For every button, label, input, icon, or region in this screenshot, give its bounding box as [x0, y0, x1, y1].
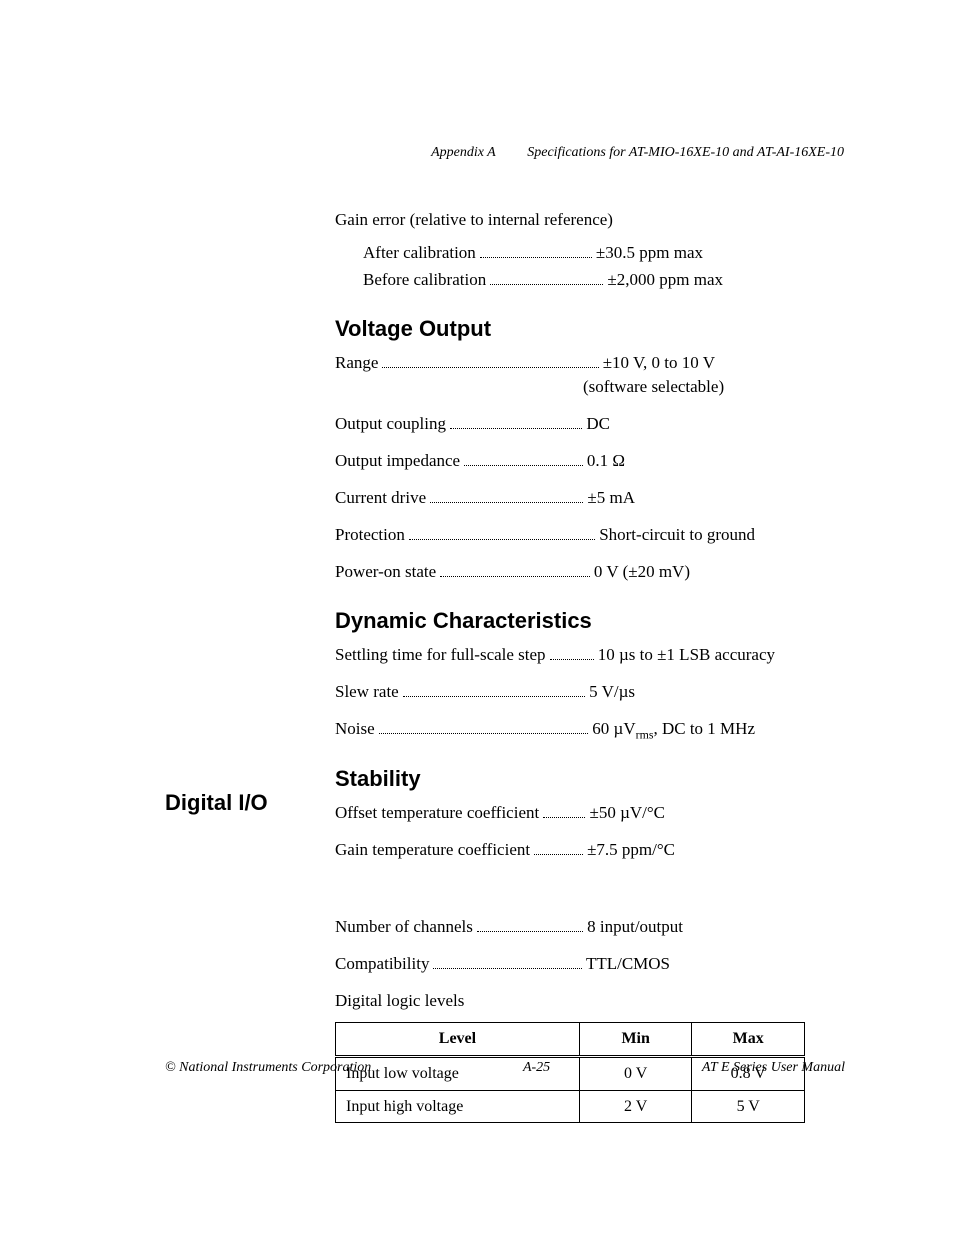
heading-stability: Stability — [335, 764, 805, 794]
leader-dots — [382, 355, 598, 368]
page-header: Appendix A Specifications for AT-MIO-16X… — [431, 145, 844, 161]
spec-label: Protection — [335, 524, 405, 547]
page-body: Gain error (relative to internal referen… — [335, 195, 805, 1123]
spec-row: Current drive ±5 mA — [335, 487, 635, 510]
table-row: Input high voltage 2 V 5 V — [336, 1090, 805, 1123]
spec-row: Output coupling DC — [335, 413, 610, 436]
spec-value: 10 µs to ±1 LSB accuracy — [598, 644, 775, 667]
heading-voltage-output: Voltage Output — [335, 314, 805, 344]
spec-value: ±50 µV/°C — [589, 802, 665, 825]
spec-row: After calibration ±30.5 ppm max — [335, 242, 703, 265]
spec-label: Offset temperature coefficient — [335, 802, 539, 825]
spec-label: Before calibration — [363, 269, 486, 292]
leader-dots — [450, 416, 582, 429]
spec-row: Noise 60 µVrms, DC to 1 MHz — [335, 718, 755, 742]
cell-min: 2 V — [579, 1090, 692, 1123]
leader-dots — [534, 842, 583, 855]
spec-row: Protection Short-circuit to ground — [335, 524, 755, 547]
spec-value: TTL/CMOS — [586, 953, 670, 976]
spec-label: Compatibility — [335, 953, 429, 976]
footer-right: AT E Series User Manual — [702, 1060, 845, 1076]
page-footer: © National Instruments Corporation A-25 … — [165, 1060, 845, 1076]
spec-note: (software selectable) — [335, 376, 805, 399]
spec-label: Output coupling — [335, 413, 446, 436]
leader-dots — [379, 721, 589, 734]
table-header-row: Level Min Max — [336, 1023, 805, 1057]
spec-value: 0 V (±20 mV) — [594, 561, 690, 584]
spec-row: Output impedance 0.1 Ω — [335, 450, 625, 473]
spec-value: DC — [586, 413, 610, 436]
logic-levels-intro: Digital logic levels — [335, 990, 805, 1013]
spec-row: Slew rate 5 V/µs — [335, 681, 635, 704]
col-max: Max — [692, 1023, 805, 1057]
spec-value: ±10 V, 0 to 10 V — [603, 352, 715, 375]
leader-dots — [403, 684, 585, 697]
spec-label: Number of channels — [335, 916, 473, 939]
leader-dots — [490, 272, 603, 285]
leader-dots — [480, 245, 592, 258]
spec-label: Range — [335, 352, 378, 375]
spec-row: Range ±10 V, 0 to 10 V — [335, 352, 715, 375]
spec-value: 60 µVrms, DC to 1 MHz — [592, 718, 755, 742]
spec-row: Before calibration ±2,000 ppm max — [335, 269, 723, 292]
header-title: Specifications for AT-MIO-16XE-10 and AT… — [527, 145, 844, 160]
spec-row: Number of channels 8 input/output — [335, 916, 683, 939]
leader-dots — [409, 527, 595, 540]
spec-row: Settling time for full-scale step 10 µs … — [335, 644, 775, 667]
spec-label: Gain temperature coefficient — [335, 839, 530, 862]
leader-dots — [440, 564, 590, 577]
leader-dots — [550, 647, 594, 660]
spec-value: ±2,000 ppm max — [607, 269, 723, 292]
col-min: Min — [579, 1023, 692, 1057]
leader-dots — [430, 490, 583, 503]
leader-dots — [433, 956, 581, 969]
spec-label: Slew rate — [335, 681, 399, 704]
spec-value: ±5 mA — [587, 487, 635, 510]
footer-center: A-25 — [523, 1060, 550, 1076]
spec-label: Output impedance — [335, 450, 460, 473]
cell-max: 5 V — [692, 1090, 805, 1123]
cell-level: Input high voltage — [336, 1090, 580, 1123]
leader-dots — [464, 453, 583, 466]
spec-label: After calibration — [363, 242, 476, 265]
heading-digital-io: Digital I/O — [165, 790, 268, 816]
spec-value: 5 V/µs — [589, 681, 635, 704]
spec-label: Noise — [335, 718, 375, 741]
spec-label: Settling time for full-scale step — [335, 644, 546, 667]
col-level: Level — [336, 1023, 580, 1057]
header-appendix: Appendix A — [431, 145, 496, 160]
spec-value: 8 input/output — [587, 916, 683, 939]
spec-row: Compatibility TTL/CMOS — [335, 953, 670, 976]
spec-row: Power-on state 0 V (±20 mV) — [335, 561, 690, 584]
spec-value: ±7.5 ppm/°C — [587, 839, 675, 862]
footer-left: © National Instruments Corporation — [165, 1060, 371, 1076]
spec-label: Current drive — [335, 487, 426, 510]
spec-label: Power-on state — [335, 561, 436, 584]
spec-value: ±30.5 ppm max — [596, 242, 703, 265]
heading-dynamic: Dynamic Characteristics — [335, 606, 805, 636]
spec-row: Offset temperature coefficient ±50 µV/°C — [335, 802, 665, 825]
spec-value: Short-circuit to ground — [599, 524, 755, 547]
spec-value: 0.1 Ω — [587, 450, 625, 473]
leader-dots — [543, 805, 585, 818]
gain-error-title: Gain error (relative to internal referen… — [335, 209, 805, 232]
spec-row: Gain temperature coefficient ±7.5 ppm/°C — [335, 839, 675, 862]
leader-dots — [477, 919, 583, 932]
